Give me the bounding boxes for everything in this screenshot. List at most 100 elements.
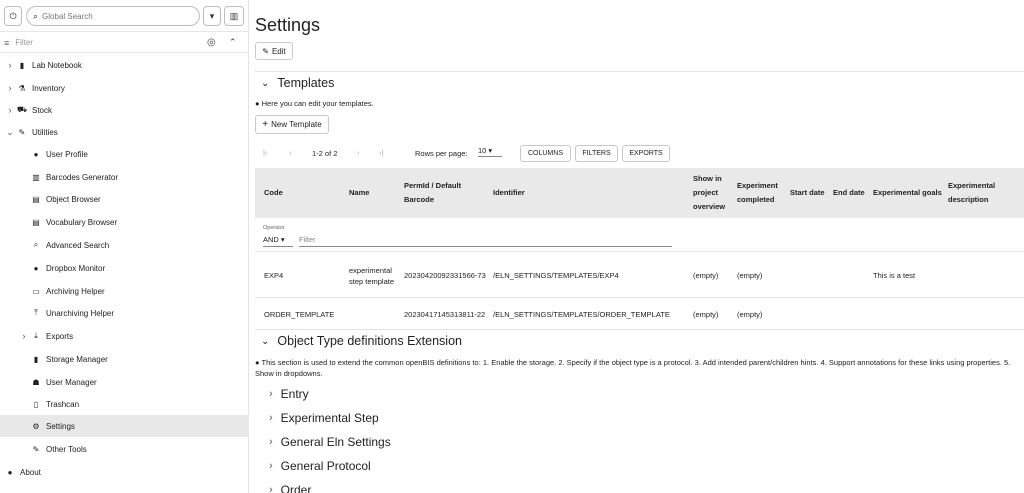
sidebar-item-icon: ● bbox=[7, 467, 13, 477]
chevron-icon[interactable]: › bbox=[4, 105, 16, 115]
cell-permid[interactable]: 20230417145313811-22 bbox=[404, 298, 489, 330]
chevron-icon[interactable]: ⌄ bbox=[4, 127, 16, 138]
locate-icon[interactable]: ◎ bbox=[207, 37, 216, 48]
cell-code[interactable]: EXP4 bbox=[264, 253, 344, 298]
info-icon: ● bbox=[255, 358, 260, 367]
sidebar-item-icon: ● bbox=[33, 263, 39, 273]
column-header[interactable]: Show in project overview bbox=[693, 168, 733, 218]
sidebar-item-trashcan[interactable]: ▯ Trashcan bbox=[0, 393, 249, 415]
sidebar-item-label: Object Browser bbox=[46, 194, 101, 204]
chevron-down-icon: ⌄ bbox=[261, 77, 270, 89]
exports-button[interactable]: EXPORTS bbox=[622, 145, 670, 162]
section-order[interactable]: › Order bbox=[269, 483, 311, 493]
last-page-button[interactable]: ›| bbox=[379, 148, 383, 157]
column-header[interactable]: Experiment completed bbox=[737, 168, 787, 218]
cell-goals bbox=[873, 298, 943, 330]
sidebar-item-lab-notebook[interactable]: › ▮ Lab Notebook bbox=[0, 54, 249, 76]
sidebar-item-object-browser[interactable]: ▤ Object Browser bbox=[0, 188, 249, 210]
sidebar-item-dropbox-monitor[interactable]: ● Dropbox Monitor bbox=[0, 257, 249, 279]
table-row[interactable]: EXP4 experimental step template 2023042009… bbox=[255, 253, 1024, 298]
barcode-icon[interactable]: ▥ bbox=[224, 6, 244, 26]
cell-text: (empty) bbox=[737, 309, 763, 319]
collapse-all-icon[interactable]: ⌃ bbox=[229, 37, 237, 48]
column-header[interactable]: Experimental goals bbox=[873, 168, 943, 218]
section-entry[interactable]: › Entry bbox=[269, 387, 309, 401]
section-label: General Protocol bbox=[280, 459, 371, 473]
chevron-icon[interactable]: › bbox=[4, 83, 16, 93]
cell-text: This is a test bbox=[873, 271, 916, 280]
cell-show: (empty) bbox=[693, 253, 733, 298]
cell-permid[interactable]: 20230420092331566-73 bbox=[404, 253, 489, 298]
sidebar-item-icon: ▤ bbox=[32, 194, 40, 204]
sidebar-item-unarchiving-helper[interactable]: ⤒ Unarchiving Helper bbox=[0, 302, 249, 324]
sidebar-item-storage-manager[interactable]: ▮ Storage Manager bbox=[0, 348, 249, 370]
cell-name[interactable] bbox=[349, 298, 399, 330]
column-header[interactable]: Code bbox=[264, 168, 344, 218]
operator-value: AND bbox=[263, 235, 279, 244]
sidebar-item-archiving-helper[interactable]: ▭ Archiving Helper bbox=[0, 280, 249, 302]
section-experimental-step[interactable]: › Experimental Step bbox=[269, 411, 379, 425]
column-header[interactable]: Identifier bbox=[493, 168, 683, 218]
global-search-input[interactable]: ⌕ Global Search bbox=[26, 6, 200, 26]
column-header[interactable]: End date bbox=[833, 168, 869, 218]
cell-identifier[interactable]: /ELN_SETTINGS/TEMPLATES/ORDER_TEMPLATE bbox=[493, 298, 689, 330]
sidebar-filter[interactable]: ≡ Filter ◎ ⌃ bbox=[0, 33, 249, 53]
sidebar-item-barcodes-generator[interactable]: ▥ Barcodes Generator bbox=[0, 166, 249, 188]
columns-button[interactable]: COLUMNS bbox=[520, 145, 571, 162]
sidebar-item-label: Unarchiving Helper bbox=[46, 308, 115, 318]
sidebar-item-stock[interactable]: › ⛟ Stock bbox=[0, 99, 249, 121]
sidebar-item-exports[interactable]: › ⤓ Exports bbox=[0, 325, 249, 347]
sidebar-item-label: Utilities bbox=[32, 127, 58, 137]
sidebar-item-icon: ⤒ bbox=[34, 308, 38, 317]
section-general-protocol[interactable]: › General Protocol bbox=[269, 459, 371, 473]
sidebar-item-icon: ⤓ bbox=[34, 331, 38, 340]
chevron-right-icon: › bbox=[269, 388, 273, 400]
next-page-button[interactable]: › bbox=[357, 148, 360, 157]
cell-identifier[interactable]: /ELN_SETTINGS/TEMPLATES/EXP4 bbox=[493, 253, 689, 298]
info-icon: ● bbox=[255, 99, 260, 108]
sidebar-item-label: Lab Notebook bbox=[32, 60, 82, 70]
column-header[interactable]: Start date bbox=[790, 168, 830, 218]
sidebar-item-label: Trashcan bbox=[46, 399, 80, 409]
cell-name[interactable]: experimental step template bbox=[349, 253, 399, 298]
column-header[interactable]: Name bbox=[349, 168, 399, 218]
first-page-button[interactable]: |‹ bbox=[263, 148, 267, 157]
section-label: Order bbox=[280, 483, 312, 493]
edit-button[interactable]: ✎ Edit bbox=[255, 42, 293, 60]
prev-page-button[interactable]: ‹ bbox=[289, 148, 292, 157]
chevron-icon[interactable]: › bbox=[18, 331, 30, 341]
sidebar-item-other-tools[interactable]: ✎ Other Tools bbox=[0, 438, 249, 460]
filters-button[interactable]: FILTERS bbox=[575, 145, 618, 162]
plus-icon: + bbox=[262, 119, 269, 130]
power-icon[interactable]: ⏻ bbox=[4, 6, 22, 26]
sidebar-item-utilities[interactable]: ⌄ ✎ Utilities bbox=[0, 121, 249, 143]
pagination-bar: |‹ ‹ 1-2 of 2 › ›| Rows per page: 10 ▾ C… bbox=[255, 145, 755, 163]
sidebar-item-inventory[interactable]: › ⚗ Inventory bbox=[0, 77, 249, 99]
templates-info: ● Here you can edit your templates. bbox=[255, 99, 374, 108]
chevron-icon[interactable]: › bbox=[4, 60, 16, 70]
column-header[interactable]: Experimental description bbox=[948, 168, 1018, 218]
cell-code[interactable]: ORDER_TEMPLATE bbox=[264, 298, 344, 330]
sidebar-item-vocabulary-browser[interactable]: ▤ Vocabulary Browser bbox=[0, 211, 249, 233]
sidebar-item-about[interactable]: ● About bbox=[0, 461, 249, 483]
column-header[interactable]: PermId / Default Barcode bbox=[404, 168, 489, 218]
table-filter-input[interactable]: Filter bbox=[299, 235, 672, 247]
new-template-button[interactable]: + New Template bbox=[255, 115, 329, 134]
templates-header[interactable]: ⌄ Templates bbox=[261, 76, 334, 90]
object-types-header[interactable]: ⌄ Object Type definitions Extension bbox=[261, 334, 462, 348]
sidebar-item-user-profile[interactable]: ● User Profile bbox=[0, 143, 249, 165]
section-general-eln-settings[interactable]: › General Eln Settings bbox=[269, 435, 391, 449]
sidebar-item-settings[interactable]: ⚙ Settings bbox=[0, 415, 249, 437]
table-row[interactable]: ORDER_TEMPLATE 20230417145313811-22/ELN_S… bbox=[255, 298, 1024, 330]
cell-goals: This is a test bbox=[873, 253, 943, 298]
sidebar-item-user-manager[interactable]: ☗ User Manager bbox=[0, 371, 249, 393]
sidebar-item-label: Stock bbox=[32, 105, 53, 115]
operator-select[interactable]: AND ▾ bbox=[263, 235, 293, 247]
sidebar-item-advanced-search[interactable]: ⌕ Advanced Search bbox=[0, 234, 249, 256]
rows-per-page-value: 10 bbox=[478, 146, 487, 155]
sidebar-item-icon: ⚗ bbox=[18, 83, 26, 93]
rows-per-page-select[interactable]: 10 ▾ bbox=[478, 146, 502, 157]
sidebar-item-label: Inventory bbox=[32, 83, 65, 93]
sidebar-item-icon: ✎ bbox=[32, 444, 40, 454]
search-dropdown-button[interactable]: ▾ bbox=[203, 6, 221, 26]
